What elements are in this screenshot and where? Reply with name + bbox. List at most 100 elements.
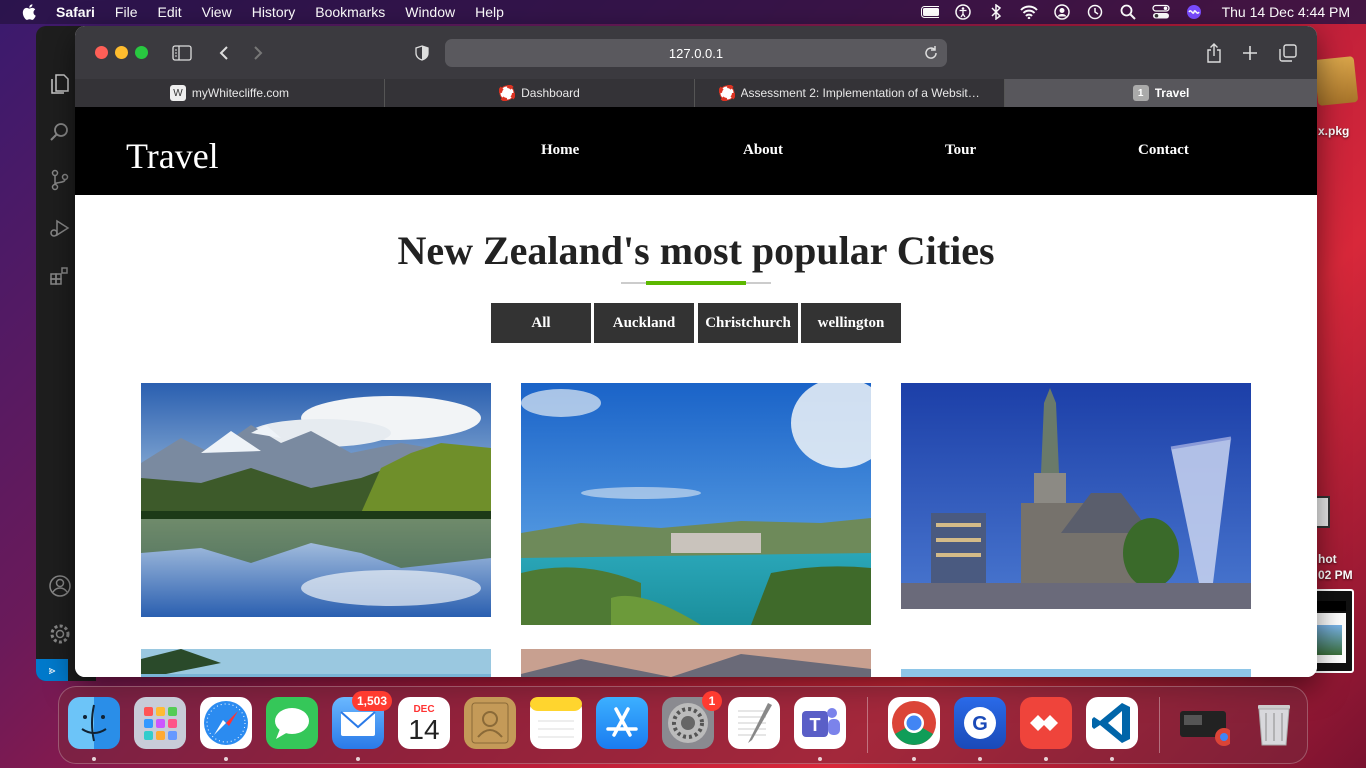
page-title: New Zealand's most popular Cities — [397, 228, 995, 273]
running-indicator — [92, 757, 96, 761]
accessibility-icon[interactable] — [954, 4, 972, 20]
menu-help[interactable]: Help — [475, 4, 504, 20]
site-brand[interactable]: Travel — [126, 135, 219, 177]
tab-mywhitecliffe[interactable]: W myWhitecliffe.com — [75, 79, 385, 107]
wifi-icon[interactable] — [1019, 4, 1038, 20]
grammarly-app-icon[interactable]: G — [954, 697, 1006, 749]
menu-bookmarks[interactable]: Bookmarks — [315, 4, 385, 20]
running-indicator — [1110, 757, 1114, 761]
running-indicator — [356, 757, 360, 761]
downloads-stack-icon[interactable] — [1178, 697, 1230, 749]
menu-window[interactable]: Window — [405, 4, 455, 20]
city-photo-christchurch-cathedral[interactable] — [901, 383, 1251, 609]
menu-edit[interactable]: Edit — [157, 4, 181, 20]
dock: 1,503 DEC 14 1 T G — [58, 686, 1308, 764]
menu-clock[interactable]: Thu 14 Dec 4:44 PM — [1222, 4, 1350, 20]
running-indicator — [224, 757, 228, 761]
tab-dashboard[interactable]: Dashboard — [385, 79, 695, 107]
explorer-icon[interactable] — [46, 70, 74, 98]
remote-indicator-icon[interactable]: ⪢ — [36, 659, 68, 681]
safari-toolbar: 127.0.0.1 — [75, 26, 1317, 79]
bluetooth-icon[interactable] — [987, 4, 1005, 20]
menu-app-name[interactable]: Safari — [56, 4, 95, 20]
calendar-app-icon[interactable]: DEC 14 — [398, 697, 450, 749]
screenshot-label-line2[interactable]: 02 PM — [1318, 568, 1353, 582]
filter-wellington-button[interactable]: wellington — [801, 303, 901, 343]
menu-view[interactable]: View — [202, 4, 232, 20]
reload-icon[interactable] — [923, 45, 939, 61]
dock-separator — [1159, 697, 1160, 753]
running-indicator — [912, 757, 916, 761]
back-icon[interactable] — [213, 42, 235, 64]
w-logo-icon: W — [169, 85, 186, 101]
minimize-window-button[interactable] — [115, 46, 128, 59]
app-store-app-icon[interactable] — [596, 697, 648, 749]
system-preferences-app-icon[interactable]: 1 — [662, 691, 722, 749]
forward-icon[interactable] — [247, 42, 269, 64]
search-icon[interactable] — [46, 118, 74, 146]
extensions-icon[interactable] — [46, 262, 74, 290]
nav-about[interactable]: About — [743, 142, 783, 159]
web-page: Travel Home About Tour Contact New Zeala… — [75, 107, 1317, 677]
svg-text:G: G — [972, 713, 988, 735]
anydesk-app-icon[interactable] — [1020, 697, 1072, 749]
battery-icon[interactable] — [920, 4, 939, 20]
filter-all-button[interactable]: All — [491, 303, 591, 343]
running-indicator — [978, 757, 982, 761]
tab-label: myWhitecliffe.com — [191, 86, 290, 100]
google-chrome-app-icon[interactable] — [888, 697, 940, 749]
source-control-icon[interactable] — [46, 166, 74, 194]
calendar-month: DEC — [413, 703, 435, 715]
safari-app-icon[interactable] — [200, 697, 252, 749]
sidebar-toggle-icon[interactable] — [171, 42, 193, 64]
package-file-label[interactable]: x.pkg — [1318, 124, 1349, 138]
user-account-icon[interactable] — [1053, 4, 1071, 20]
running-indicator — [818, 757, 822, 761]
vscode-app-icon[interactable] — [1086, 697, 1138, 749]
control-center-icon[interactable] — [1151, 4, 1170, 20]
textedit-app-icon[interactable] — [728, 697, 780, 749]
nav-contact[interactable]: Contact — [1138, 142, 1189, 159]
city-photo-mountain-sunset[interactable] — [521, 649, 871, 677]
screenshot-label-line1[interactable]: hot — [1318, 552, 1337, 566]
menu-history[interactable]: History — [252, 4, 296, 20]
package-file-icon[interactable] — [1313, 56, 1359, 106]
city-photo-wellington-harbour[interactable] — [521, 383, 871, 625]
city-photo-forest-lake[interactable] — [141, 649, 491, 677]
nav-home[interactable]: Home — [541, 142, 579, 159]
close-window-button[interactable] — [95, 46, 108, 59]
filter-auckland-button[interactable]: Auckland — [594, 303, 694, 343]
launchpad-app-icon[interactable] — [134, 697, 186, 749]
mail-app-icon[interactable]: 1,503 — [332, 691, 392, 749]
new-tab-icon[interactable] — [1239, 42, 1261, 64]
address-bar[interactable]: 127.0.0.1 — [445, 39, 947, 67]
tab-label: Dashboard — [521, 86, 580, 100]
menu-file[interactable]: File — [115, 4, 138, 20]
nav-tour[interactable]: Tour — [945, 142, 976, 159]
safari-window: 127.0.0.1 W myWhitecliffe.com Dashboard … — [75, 26, 1317, 677]
messages-app-icon[interactable] — [266, 697, 318, 749]
share-icon[interactable] — [1203, 42, 1225, 64]
finder-app-icon[interactable] — [68, 697, 120, 749]
privacy-shield-icon[interactable] — [411, 42, 433, 64]
manage-gear-icon[interactable] — [46, 620, 74, 648]
contacts-app-icon[interactable] — [464, 697, 516, 749]
trash-icon[interactable] — [1248, 697, 1300, 749]
tab-travel[interactable]: 1 Travel — [1005, 79, 1317, 107]
spotlight-search-icon[interactable] — [1119, 4, 1137, 20]
tab-bar: W myWhitecliffe.com Dashboard Assessment… — [75, 79, 1317, 107]
notes-app-icon[interactable] — [530, 697, 582, 749]
run-debug-icon[interactable] — [46, 214, 74, 242]
accounts-icon[interactable] — [46, 572, 74, 600]
city-photo-coast[interactable] — [901, 669, 1251, 677]
apple-menu-icon[interactable] — [20, 3, 38, 21]
time-machine-icon[interactable] — [1086, 4, 1104, 20]
fullscreen-window-button[interactable] — [135, 46, 148, 59]
title-accent-underline — [646, 281, 746, 285]
city-photo-lake-mountains[interactable] — [141, 383, 491, 617]
tab-assessment[interactable]: Assessment 2: Implementation of a Websit… — [695, 79, 1005, 107]
tab-overview-icon[interactable] — [1277, 42, 1299, 64]
siri-icon[interactable] — [1185, 4, 1203, 20]
microsoft-teams-app-icon[interactable]: T — [794, 697, 846, 749]
filter-christchurch-button[interactable]: Christchurch — [698, 303, 798, 343]
